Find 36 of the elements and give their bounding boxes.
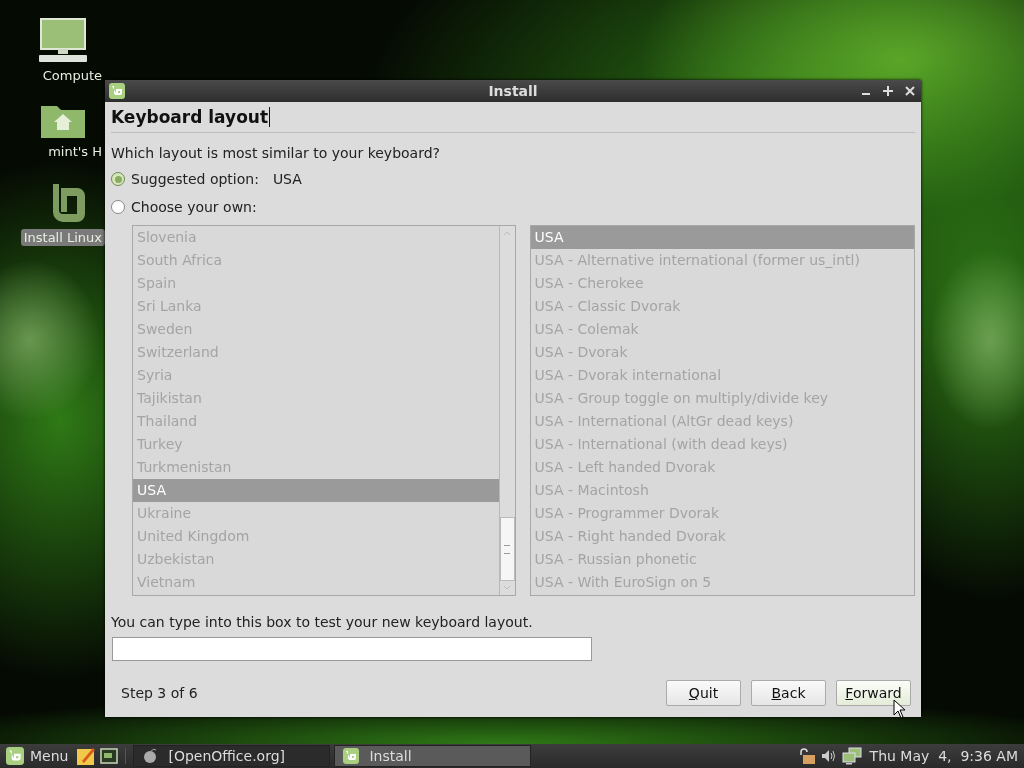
application-icon — [142, 748, 159, 764]
menu-button[interactable]: Menu — [4, 745, 73, 767]
taskbar-window-button[interactable]: Install — [334, 745, 532, 767]
notepad-pencil-icon[interactable] — [76, 746, 97, 766]
desktop-icon-label[interactable]: Compute — [39, 67, 105, 84]
option-label[interactable]: Choose your own: — [131, 199, 257, 215]
dialog-button[interactable]: Forward — [836, 680, 911, 706]
dialog-button[interactable]: Back — [751, 680, 826, 706]
test-input-field[interactable] — [112, 637, 592, 661]
desktop-icon-label[interactable]: mint's H — [45, 143, 105, 160]
page-heading: Keyboard layout — [111, 107, 269, 127]
step-indicator: Step 3 of 6 — [121, 685, 198, 701]
suggested-value: USA — [272, 171, 302, 187]
test-instructions: You can type into this box to test your new keyboard layout. — [111, 614, 534, 630]
radio-button[interactable] — [111, 172, 125, 186]
close-icon[interactable] — [905, 86, 915, 96]
radio-button[interactable] — [111, 200, 125, 214]
scroll-thumb[interactable] — [499, 517, 515, 581]
mint-logo-icon — [109, 83, 125, 99]
window-title: Install — [487, 83, 538, 99]
dialog-button[interactable]: Quit — [666, 680, 741, 706]
mouse-pointer-icon — [893, 699, 907, 719]
option-label[interactable]: Suggested option: — [131, 171, 259, 187]
speaker-icon[interactable] — [819, 748, 838, 764]
terminal-icon[interactable] — [100, 748, 119, 764]
scrollbar[interactable] — [498, 226, 515, 595]
mint-logo-icon — [6, 747, 24, 765]
padlock-icon[interactable] — [797, 747, 816, 765]
computer-icon[interactable] — [37, 18, 88, 64]
network-computers-icon[interactable] — [841, 747, 862, 765]
clock[interactable]: Thu May 4, 9:36 AM — [869, 748, 1018, 764]
mint-logo-icon — [343, 748, 360, 764]
question-text: Which layout is most similar to your keyboard? — [111, 145, 441, 161]
taskbar-window-button[interactable]: [OpenOffice.org] — [133, 745, 331, 767]
desktop-icon-label[interactable]: Install Linux — [20, 229, 105, 246]
maximize-icon[interactable] — [883, 86, 893, 96]
